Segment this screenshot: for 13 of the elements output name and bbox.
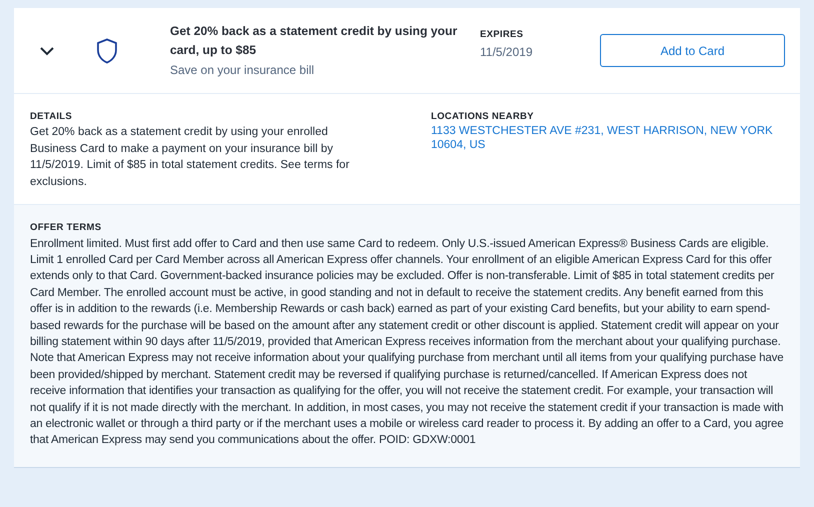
add-to-card-button[interactable]: Add to Card [600,34,785,67]
offer-subtitle: Save on your insurance bill [170,62,316,79]
offer-terms-label: OFFER TERMS [30,221,102,236]
expires-label: EXPIRES [480,28,524,42]
chevron-icon [39,46,55,56]
address-link[interactable]: 1133 WESTCHESTER AVE #231, WEST HARRISON, NEW YORK 10604, US [431,124,784,152]
offer-title: Get 20% back as a statement credit by using your card, up to $85 [170,23,458,59]
locations-label: LOCATIONS NEARBY [431,110,535,124]
offer-terms-text: Enrollment limited. Must first add offer to Card and then use same Card to redeem. Only U.S.-issued American Express® Business Cards are eligible. Limit 1 enrolled Card per Card Member across all American Express offer channels. Your enrollment of an eligible American Express Card for this offer extends only to that Card. Government-backed insurance policies may be excluded. Offer is non-transferable. Limit of $85 in total statement credits per Card Member. The enrolled account must be active, in good standing and not in default to receive the statement credits. Any benefit earned from this offer is in addition to the rewards (i.e. Membership Rewards or cash back) earned as part of your existing Card benefits, but your ability to earn spend-based rewards for the purchase will be based on the amount after any statement credit or other discount is applied. Statement credit will appear on your billing statement within 90 days after 11/5/2019, provided that American Express receives information from the merchant about your qualifying purchase. Note that American Express may not receive information about your qualifying purchase from merchant until all items from your qualifying purchase have been provided/shipped by merchant. Statement credit may be reversed if qualifying purchase is returned/cancelled. If American Express does not receive information that identifies your transaction as qualifying for the offer, you will not receive the statement credit. For example, your transaction will not qualify if it is not made directly with the merchant. In addition, in most cases, you may not receive the statement credit if your transaction is made with an electronic wallet or through a third party or if the merchant uses a mobile or wireless card reader to process it. By adding an offer to a Card, you agree that American Express may send you communications about the offer. POID: GDXW:0001 [30,236,784,448]
details-text: Get 20% back as a statement credit by using your enrolled Business Card to make a payment on your insurance bill by 11/5/2019. Limit of $85 in total statement credits. See terms for exclusions. [30,125,350,190]
expiry-date: 11/5/2019 [480,44,534,61]
shield-icon [96,38,118,64]
details-label: DETAILS [30,110,74,124]
